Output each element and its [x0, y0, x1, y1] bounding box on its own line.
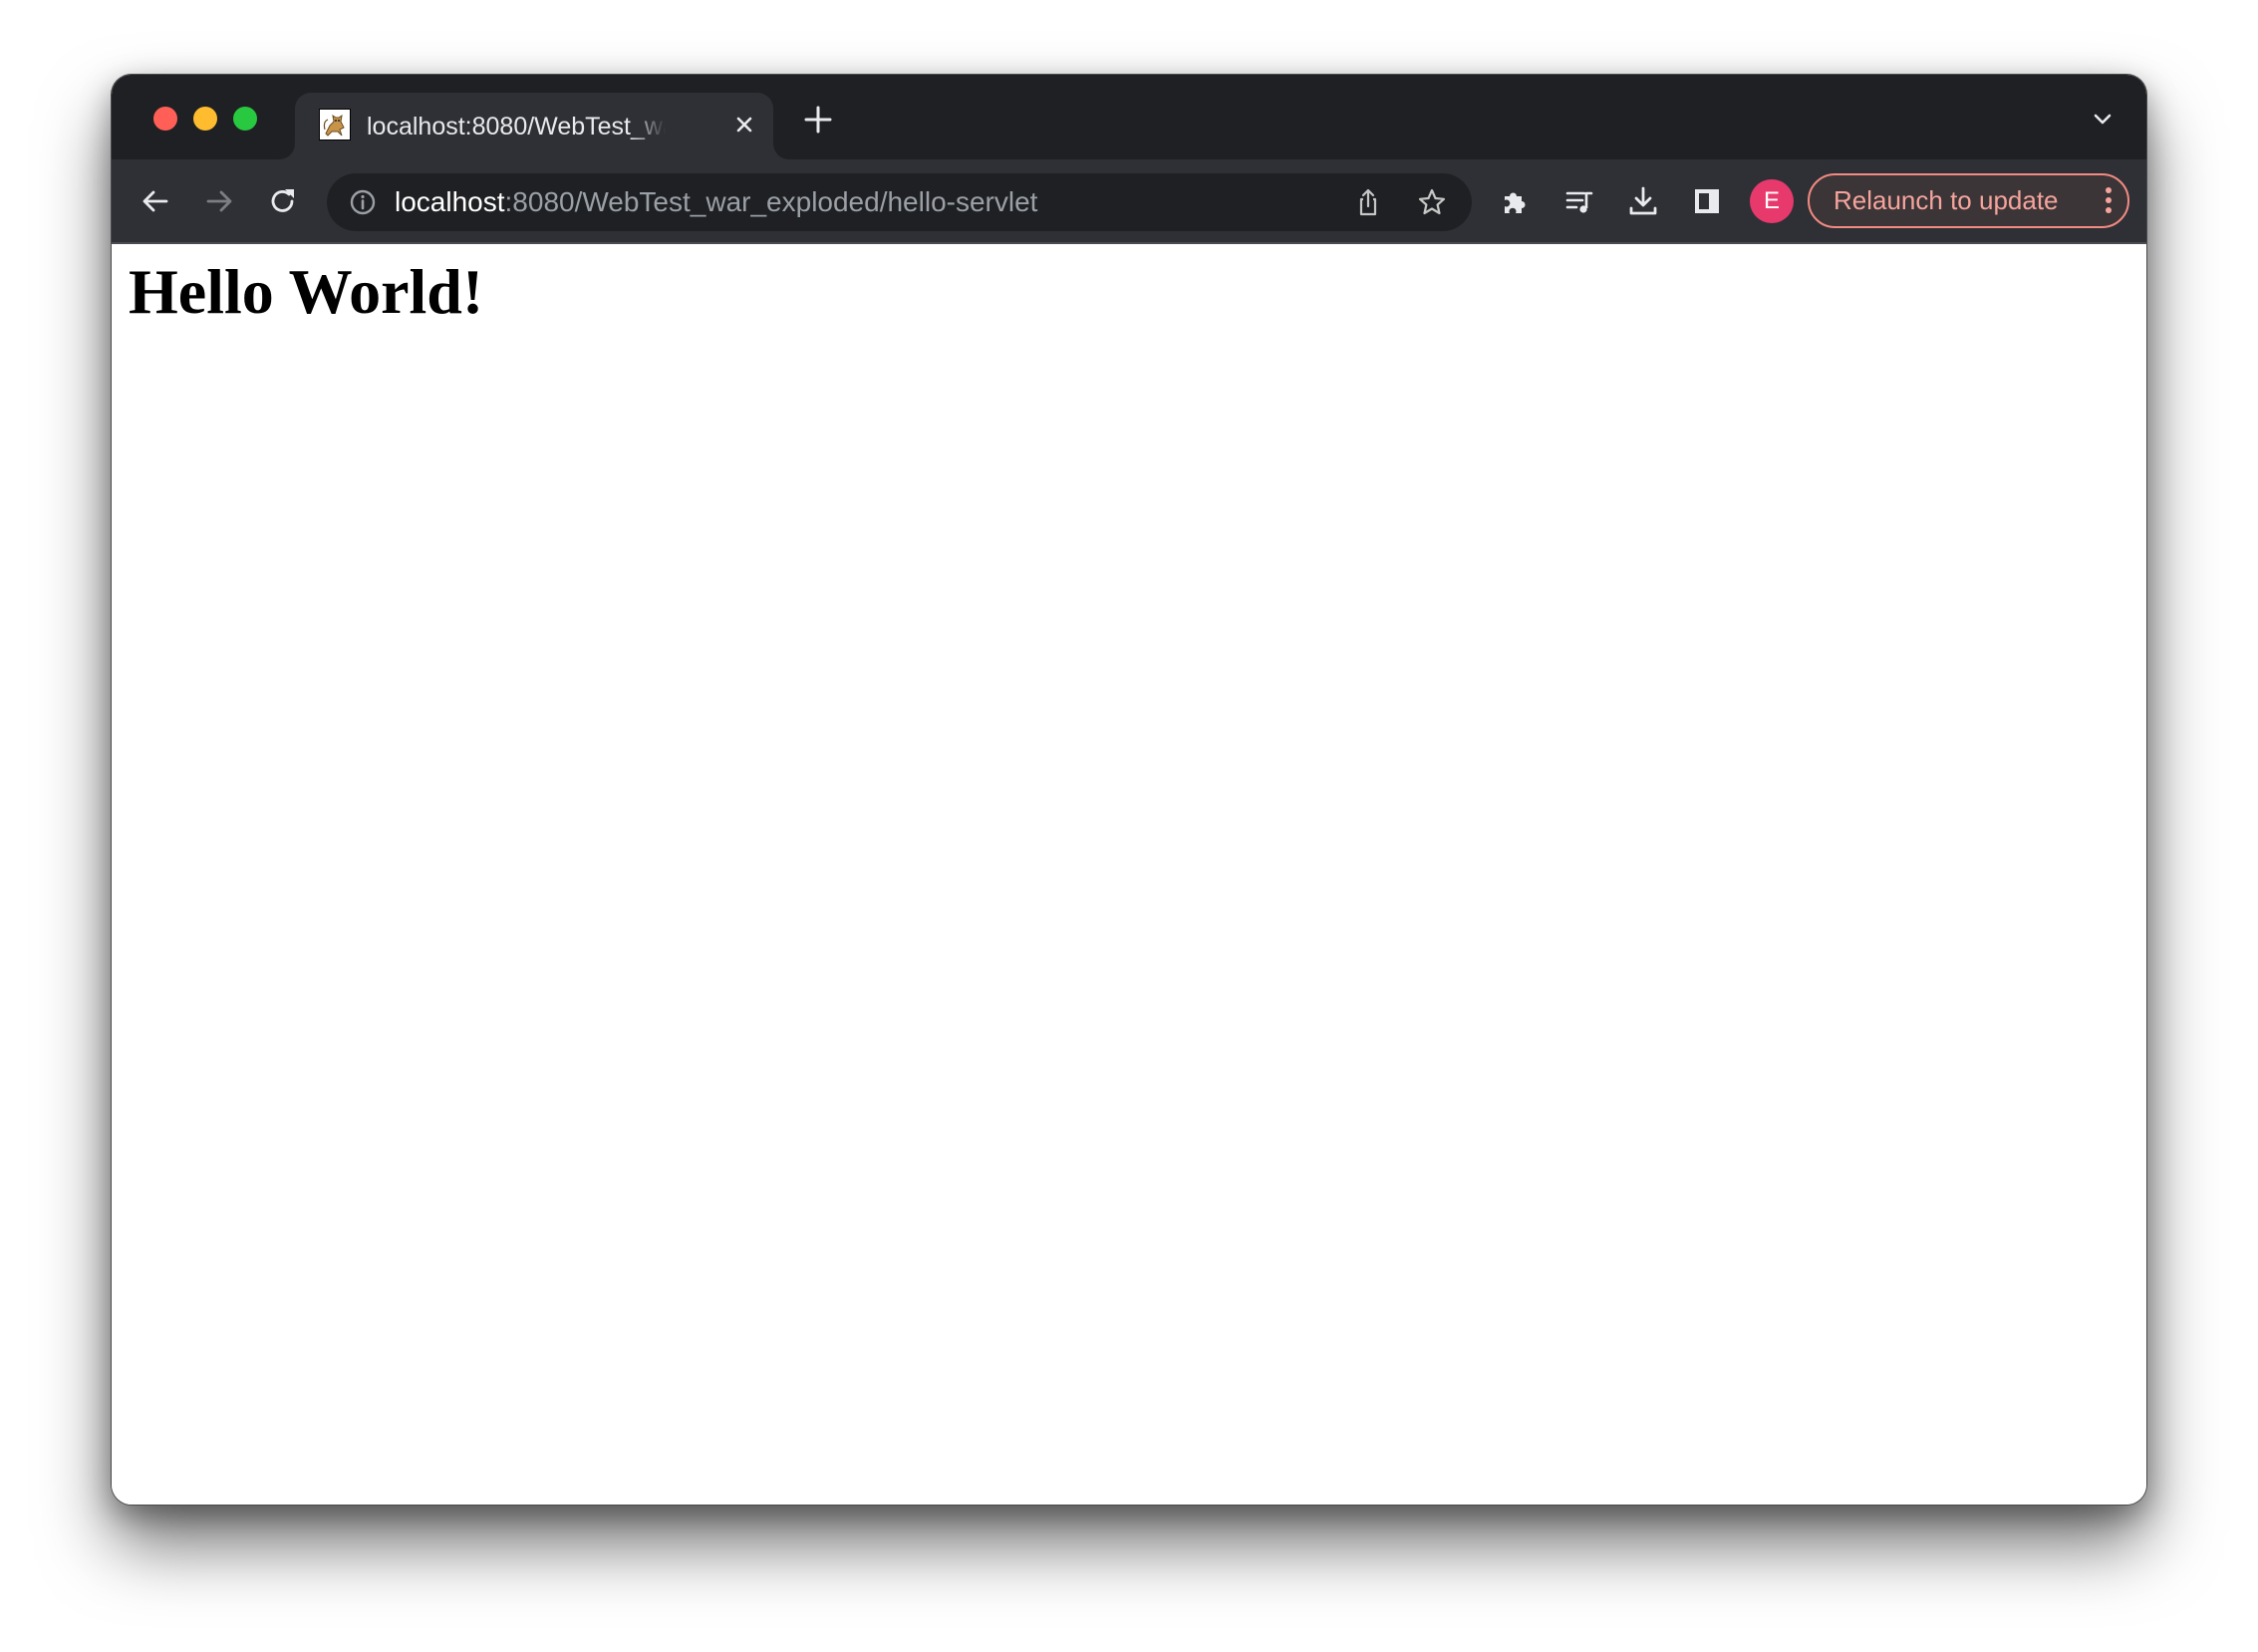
reload-icon [271, 189, 294, 212]
forward-arrow-icon [206, 190, 232, 212]
maximize-window-button[interactable] [233, 107, 257, 131]
media-queue-icon [1565, 191, 1593, 213]
new-tab-button[interactable] [801, 103, 835, 137]
chevron-down-icon [2094, 114, 2112, 125]
bookmark-button[interactable] [1416, 186, 1448, 218]
tab-strip: localhost:8080/WebTest_war_exploded/hell… [112, 75, 2146, 159]
back-arrow-icon [142, 190, 168, 212]
relaunch-label: Relaunch to update [1834, 185, 2059, 215]
page-content: Hello World! [112, 244, 2146, 1505]
toolbar: localhost:8080/WebTest_war_exploded/hell… [112, 159, 2146, 244]
profile-avatar[interactable]: E [1750, 179, 1794, 223]
reload-button[interactable] [261, 179, 305, 223]
tab-search-button[interactable] [2089, 105, 2117, 133]
share-icon [1359, 188, 1377, 216]
close-icon [736, 117, 752, 133]
extensions-button[interactable] [1494, 179, 1538, 223]
relaunch-to-update-button[interactable]: Relaunch to update [1808, 173, 2129, 228]
download-icon [1629, 186, 1657, 215]
side-panel-icon [1695, 189, 1719, 213]
tab-active[interactable]: localhost:8080/WebTest_war_exploded/hell… [295, 93, 773, 159]
star-icon [1418, 188, 1446, 215]
browser-window: localhost:8080/WebTest_war_exploded/hell… [112, 75, 2146, 1505]
url-host: localhost [395, 186, 505, 217]
media-controls-button[interactable] [1557, 179, 1601, 223]
downloads-button[interactable] [1621, 179, 1665, 223]
address-bar[interactable]: localhost:8080/WebTest_war_exploded/hell… [327, 173, 1472, 231]
kebab-menu-icon[interactable] [2104, 187, 2114, 215]
tomcat-icon [319, 109, 351, 140]
minimize-window-button[interactable] [193, 107, 217, 131]
info-icon[interactable] [349, 188, 377, 216]
share-button[interactable] [1352, 186, 1384, 218]
url-path: :8080/WebTest_war_exploded/hello-servlet [504, 186, 1038, 217]
close-window-button[interactable] [153, 107, 177, 131]
side-panel-button[interactable] [1685, 179, 1729, 223]
puzzle-icon [1505, 192, 1526, 213]
forward-button[interactable] [197, 179, 241, 223]
tab-close-button[interactable] [729, 110, 759, 139]
plus-icon [804, 106, 832, 134]
page-heading: Hello World! [129, 256, 484, 327]
url-text[interactable]: localhost:8080/WebTest_war_exploded/hell… [395, 173, 1037, 231]
tab-title: localhost:8080/WebTest_war_exploded/hell… [367, 113, 666, 140]
back-button[interactable] [134, 179, 177, 223]
